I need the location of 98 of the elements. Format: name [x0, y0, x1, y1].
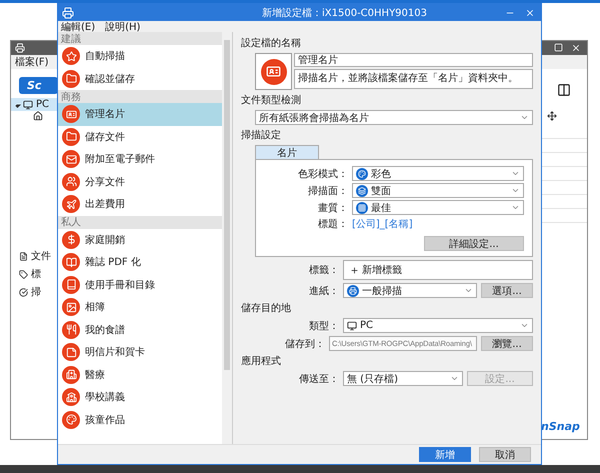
profile-icon	[62, 70, 80, 88]
options-button[interactable]: 選項...	[481, 283, 533, 298]
app-logo-button[interactable]: Sc	[19, 77, 58, 94]
brand-logo: nSnap	[541, 420, 581, 433]
field-label: 儲存到：	[284, 338, 325, 350]
dialog-button[interactable]: 新增	[419, 447, 471, 462]
profile-item[interactable]: 附加至電子郵件	[58, 148, 222, 170]
menu-item[interactable]: 說明(H)	[105, 20, 140, 34]
description-input[interactable]: 掃描名片，並將該檔案儲存至「名片」資料夾中。	[294, 69, 533, 89]
profile-item[interactable]: 自動掃描	[58, 45, 222, 68]
profile-item[interactable]: 明信片和賀卡	[58, 341, 222, 364]
dropdown-caret-icon	[520, 321, 529, 330]
profile-item[interactable]: 學校講義	[58, 386, 222, 408]
setting-icon	[356, 202, 368, 214]
profile-icon	[62, 47, 80, 66]
profile-icon	[62, 230, 80, 249]
profile-icon	[62, 128, 80, 146]
computer-icon	[347, 320, 357, 330]
send-to-select[interactable]: 無 (只存檔)	[343, 371, 463, 386]
maximize-icon[interactable]	[554, 43, 563, 52]
move-icon[interactable]	[547, 111, 557, 121]
browse-button[interactable]: 瀏覽...	[481, 336, 533, 351]
profile-icon	[62, 410, 80, 429]
setting-select[interactable]: 最佳	[352, 200, 524, 215]
field-label: 進紙：	[308, 284, 339, 298]
title-link[interactable]: [公司]_[名稱]	[352, 217, 413, 231]
detail-settings-button[interactable]: 詳細設定...	[424, 236, 524, 251]
field-label: 傳送至：	[298, 372, 339, 386]
profile-item[interactable]: 使用手冊和目錄	[58, 274, 222, 296]
home-icon[interactable]	[33, 111, 43, 121]
profile-item[interactable]: 醫療	[58, 364, 222, 386]
field-label: 掃描面：	[307, 184, 348, 198]
tab[interactable]: 名片	[255, 145, 319, 159]
profile-item[interactable]: 儲存文件	[58, 126, 222, 148]
field-label: 畫質：	[317, 202, 348, 214]
profile-icon	[62, 195, 80, 214]
profile-icon	[62, 298, 80, 316]
profile-icon	[62, 276, 80, 294]
side-item[interactable]: 掃	[31, 285, 41, 299]
layout-icon[interactable]	[557, 83, 571, 97]
profile-item[interactable]: 確認並儲存	[58, 68, 222, 90]
computer-icon	[23, 100, 33, 110]
profile-item[interactable]: 出差費用	[58, 193, 222, 216]
close-icon[interactable]	[525, 8, 535, 18]
section-label: 設定檔的名稱	[241, 36, 302, 50]
profile-icon	[62, 366, 80, 384]
doc-type-select[interactable]: 所有紙張將會掃描為名片	[255, 110, 533, 125]
field-label: 標題：	[317, 218, 348, 231]
window-title: 新增設定檔：iX1500-C0HHY90103	[261, 6, 428, 20]
setting-select[interactable]: 雙面	[352, 183, 524, 198]
scanner-icon	[347, 284, 359, 296]
menu-item[interactable]: 檔案(F)	[15, 55, 49, 69]
profile-icon	[62, 172, 80, 191]
group-header: 私人	[58, 216, 222, 228]
profile-icon[interactable]	[255, 53, 292, 90]
menu-item[interactable]: 編輯(E)	[61, 20, 96, 34]
feed-select[interactable]: 一般掃描	[343, 283, 477, 298]
field-label: 色彩模式：	[297, 168, 348, 180]
dropdown-caret-icon	[520, 113, 529, 122]
section-label: 應用程式	[241, 354, 282, 368]
profile-icon	[62, 253, 80, 272]
setting-select[interactable]: 彩色	[352, 166, 524, 181]
tag-field[interactable]: 新增標籤	[343, 260, 533, 280]
close-icon[interactable]	[571, 43, 581, 53]
setting-icon	[356, 184, 368, 196]
profile-item[interactable]: 孩童作品	[58, 408, 222, 431]
side-item-icon	[19, 270, 28, 278]
dropdown-caret-icon	[450, 374, 459, 383]
group-header: 建議	[58, 32, 222, 45]
setting-icon	[356, 168, 368, 180]
group-header: 商務	[58, 90, 222, 103]
type-select[interactable]: PC	[343, 318, 533, 333]
section-label: 文件類型檢測	[241, 94, 302, 107]
dropdown-caret-icon	[464, 286, 473, 295]
profile-item[interactable]: 家庭開銷	[58, 228, 222, 251]
side-item[interactable]: 文件	[31, 249, 51, 263]
side-item-icon	[19, 252, 28, 260]
scrollbar[interactable]	[222, 32, 232, 444]
field-label: 標籤：	[308, 264, 339, 277]
side-item-icon	[19, 288, 28, 296]
profile-item[interactable]: 分享文件	[58, 170, 222, 193]
plus-icon	[350, 266, 359, 274]
profile-item[interactable]: 我的食譜	[58, 318, 222, 341]
profile-icon	[62, 388, 80, 406]
section-label: 掃描設定	[241, 128, 282, 142]
field-label: 類型：	[308, 320, 339, 332]
profile-icon	[62, 320, 80, 339]
profile-item[interactable]: 管理名片	[58, 103, 222, 126]
profile-item[interactable]: 雜誌 PDF 化	[58, 251, 222, 274]
tree-item[interactable]: PC	[11, 98, 58, 111]
dialog-button[interactable]: 取消	[479, 447, 531, 462]
profile-icon	[62, 105, 80, 124]
profile-item[interactable]: 相簿	[58, 296, 222, 318]
name-input[interactable]: 管理名片	[294, 53, 533, 67]
profile-icon	[62, 343, 80, 362]
section-label: 儲存目的地	[241, 302, 292, 315]
profile-icon	[62, 150, 80, 168]
side-item[interactable]: 標	[31, 267, 41, 281]
